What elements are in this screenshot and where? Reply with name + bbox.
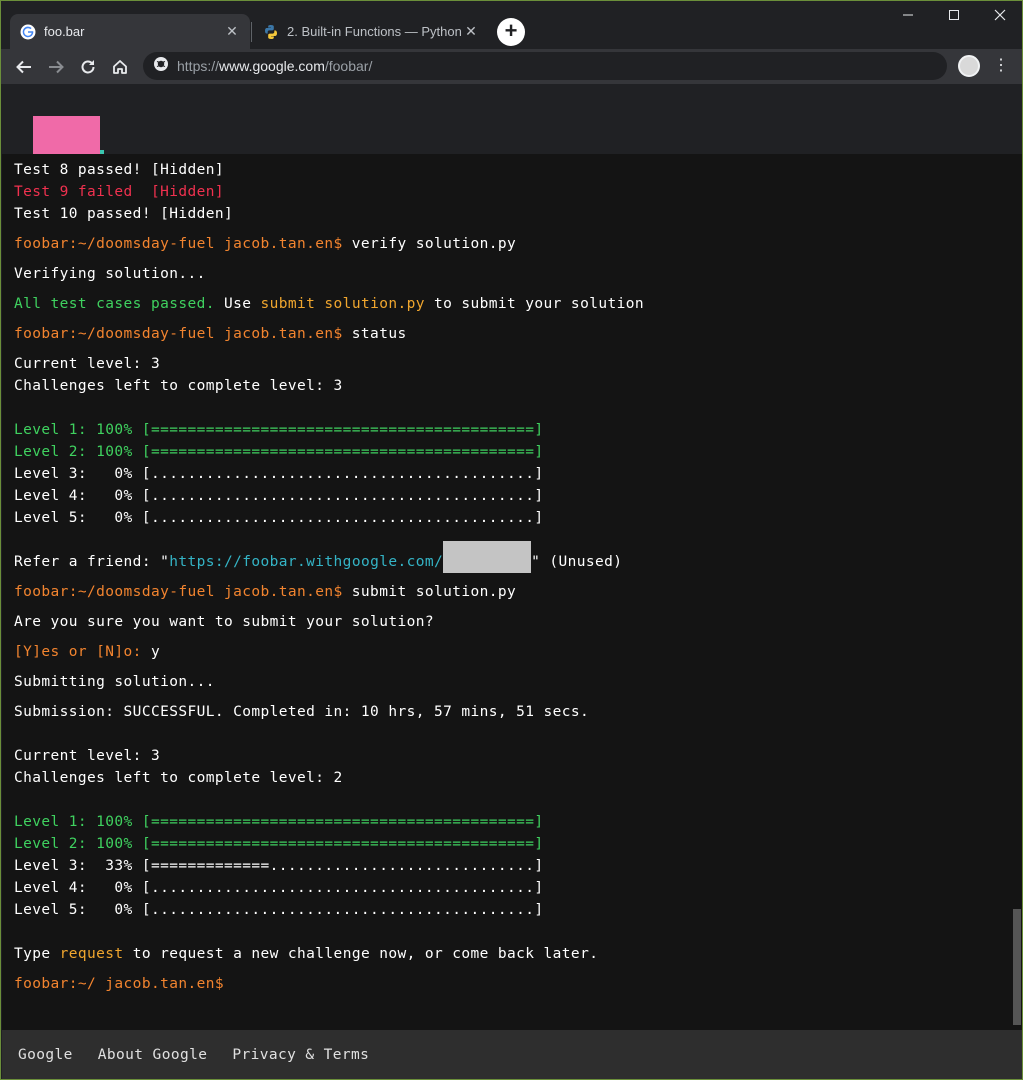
output-line: All test cases passed. Use submit soluti…	[14, 296, 644, 312]
python-icon	[263, 24, 279, 40]
prompt: foobar:~/doomsday-fuel jacob.tan.en$	[14, 236, 343, 252]
menu-dots-icon[interactable]: ⋮	[991, 55, 1011, 77]
tab-strip: foo.bar ✕ 2. Built-in Functions — Python…	[1, 1, 1022, 49]
forward-arrow-icon[interactable]	[42, 53, 70, 81]
foobar-logo	[33, 116, 100, 154]
level-progress: Level 3: 0% [...........................…	[14, 466, 544, 482]
command: verify solution.py	[342, 236, 517, 252]
tab-title: foo.bar	[44, 24, 85, 39]
redacted-block	[443, 541, 532, 573]
level-progress: Level 5: 0% [...........................…	[14, 510, 544, 526]
level-progress: Level 1: 100% [=========================…	[14, 422, 544, 438]
level-progress: Level 5: 0% [...........................…	[14, 902, 544, 918]
level-progress: Level 4: 0% [...........................…	[14, 488, 544, 504]
scrollbar-thumb[interactable]	[1013, 909, 1021, 1025]
submission-result: Submission: SUCCESSFUL. Completed in: 10…	[14, 704, 590, 720]
tab-foobar[interactable]: foo.bar ✕	[10, 14, 250, 49]
referral-link[interactable]: https://foobar.withgoogle.com/	[169, 554, 443, 570]
google-g-icon	[20, 24, 36, 40]
tab-separator	[251, 22, 252, 42]
level-progress: Level 2: 100% [=========================…	[14, 836, 544, 852]
tab-title: 2. Built-in Functions — Python 2.	[287, 24, 463, 39]
terminal-output: Test 8 passed! [Hidden] Test 9 failed [H…	[14, 159, 1004, 995]
lock-icon[interactable]	[153, 56, 169, 77]
footer-link-privacy-terms[interactable]: Privacy & Terms	[232, 1047, 369, 1063]
output-line: Are you sure you want to submit your sol…	[14, 614, 434, 630]
profile-avatar[interactable]	[958, 55, 980, 77]
level-progress: Level 1: 100% [=========================…	[14, 814, 544, 830]
command-line: foobar:~/doomsday-fuel jacob.tan.en$ sub…	[14, 581, 1004, 603]
home-icon[interactable]	[106, 53, 134, 81]
footer-link-about-google[interactable]: About Google	[98, 1047, 208, 1063]
output-line: Submitting solution...	[14, 674, 215, 690]
level-progress: Level 4: 0% [...........................…	[14, 880, 544, 896]
back-arrow-icon[interactable]	[10, 53, 38, 81]
challenges-left: Challenges left to complete level: 2	[14, 770, 343, 786]
url-text: https://www.google.com/foobar/	[177, 58, 373, 74]
close-tab-icon[interactable]: ✕	[463, 23, 479, 40]
level-progress: Level 2: 100% [=========================…	[14, 444, 544, 460]
footer-link-google[interactable]: Google	[18, 1047, 73, 1063]
test-result-failed: Test 9 failed [Hidden]	[14, 184, 224, 200]
command: status	[342, 326, 407, 342]
address-bar[interactable]: https://www.google.com/foobar/	[143, 52, 947, 80]
prompt: foobar:~/doomsday-fuel jacob.tan.en$	[14, 584, 343, 600]
output-line: Type request to request a new challenge …	[14, 946, 599, 962]
page-content: Test 8 passed! [Hidden] Test 9 failed [H…	[2, 84, 1022, 1079]
browser-toolbar: https://www.google.com/foobar/ ⋮	[1, 49, 1022, 84]
new-tab-button[interactable]: +	[497, 18, 525, 46]
test-result: Test 10 passed! [Hidden]	[14, 206, 234, 222]
close-window-icon[interactable]	[977, 5, 1022, 27]
current-level: Current level: 3	[14, 748, 161, 764]
prompt: foobar:~/doomsday-fuel jacob.tan.en$	[14, 326, 343, 342]
terminal-scrollbar[interactable]	[1011, 154, 1022, 1030]
confirm-line: [Y]es or [N]o: y	[14, 644, 161, 660]
close-tab-icon[interactable]: ✕	[224, 23, 240, 40]
terminal[interactable]: Test 8 passed! [Hidden] Test 9 failed [H…	[2, 154, 1022, 1030]
reload-icon[interactable]	[74, 53, 102, 81]
current-level: Current level: 3	[14, 356, 161, 372]
tab-python-docs[interactable]: 2. Built-in Functions — Python 2. ✕	[253, 14, 489, 49]
level-progress: Level 3: 33% [=============.............…	[14, 858, 544, 874]
test-result: Test 8 passed! [Hidden]	[14, 162, 224, 178]
foobar-header	[2, 84, 1022, 154]
maximize-icon[interactable]	[931, 5, 977, 27]
browser-window: foo.bar ✕ 2. Built-in Functions — Python…	[0, 0, 1023, 1080]
page-footer: Google About Google Privacy & Terms	[2, 1030, 1022, 1079]
terminal-prompt-input[interactable]: foobar:~/ jacob.tan.en$	[14, 973, 1004, 995]
command-line: foobar:~/doomsday-fuel jacob.tan.en$ ver…	[14, 233, 1004, 255]
command: submit solution.py	[342, 584, 517, 600]
command-line: foobar:~/doomsday-fuel jacob.tan.en$ sta…	[14, 323, 1004, 345]
minimize-icon[interactable]	[885, 5, 931, 27]
output-line: Verifying solution...	[14, 266, 206, 282]
referral-line: Refer a friend: "https://foobar.withgoog…	[14, 541, 1004, 573]
challenges-left: Challenges left to complete level: 3	[14, 378, 343, 394]
